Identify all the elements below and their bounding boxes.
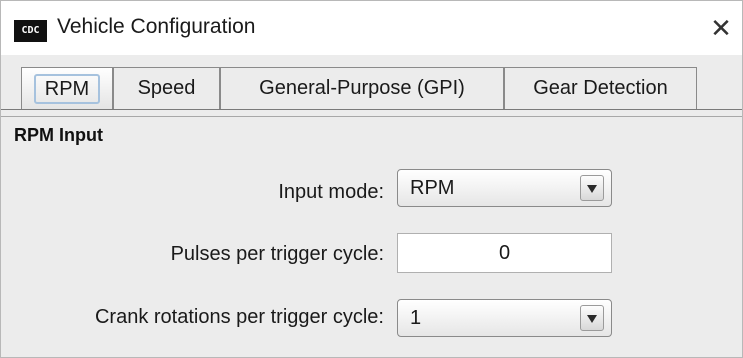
section-title-rpm-input: RPM Input — [14, 125, 103, 145]
app-logo-icon: CDC — [14, 20, 47, 42]
title-bar[interactable]: CDC Vehicle Configuration ✕ — [1, 1, 742, 55]
tab-rpm[interactable]: RPM — [21, 67, 113, 110]
crank-rotations-per-trigger-cycle-label: Crank rotations per trigger cycle: — [94, 306, 384, 328]
close-icon[interactable]: ✕ — [704, 9, 738, 47]
tab-divider — [1, 109, 742, 110]
panel-top-border — [1, 116, 742, 117]
input-mode-label: Input mode: — [278, 181, 384, 203]
tab-general-purpose-gpi[interactable]: General-Purpose (GPI) — [220, 67, 504, 110]
input-mode-value: RPM — [410, 177, 455, 199]
pulses-per-trigger-cycle-label: Pulses per trigger cycle: — [170, 243, 384, 265]
window-title: Vehicle Configuration — [57, 15, 256, 38]
pulses-per-trigger-cycle-input[interactable]: 0 — [397, 233, 612, 273]
chevron-down-icon[interactable] — [580, 175, 604, 201]
crank-rotations-value: 1 — [410, 307, 422, 329]
tab-speed[interactable]: Speed — [113, 67, 220, 110]
crank-rotations-dropdown[interactable]: 1 — [397, 299, 612, 337]
input-mode-dropdown[interactable]: RPM — [397, 169, 612, 207]
chevron-down-icon[interactable] — [580, 305, 604, 331]
tab-rpm-label: RPM — [34, 74, 100, 104]
tab-gear-detection[interactable]: Gear Detection — [504, 67, 697, 110]
vehicle-configuration-window: CDC Vehicle Configuration ✕ RPM Speed Ge… — [0, 0, 743, 358]
